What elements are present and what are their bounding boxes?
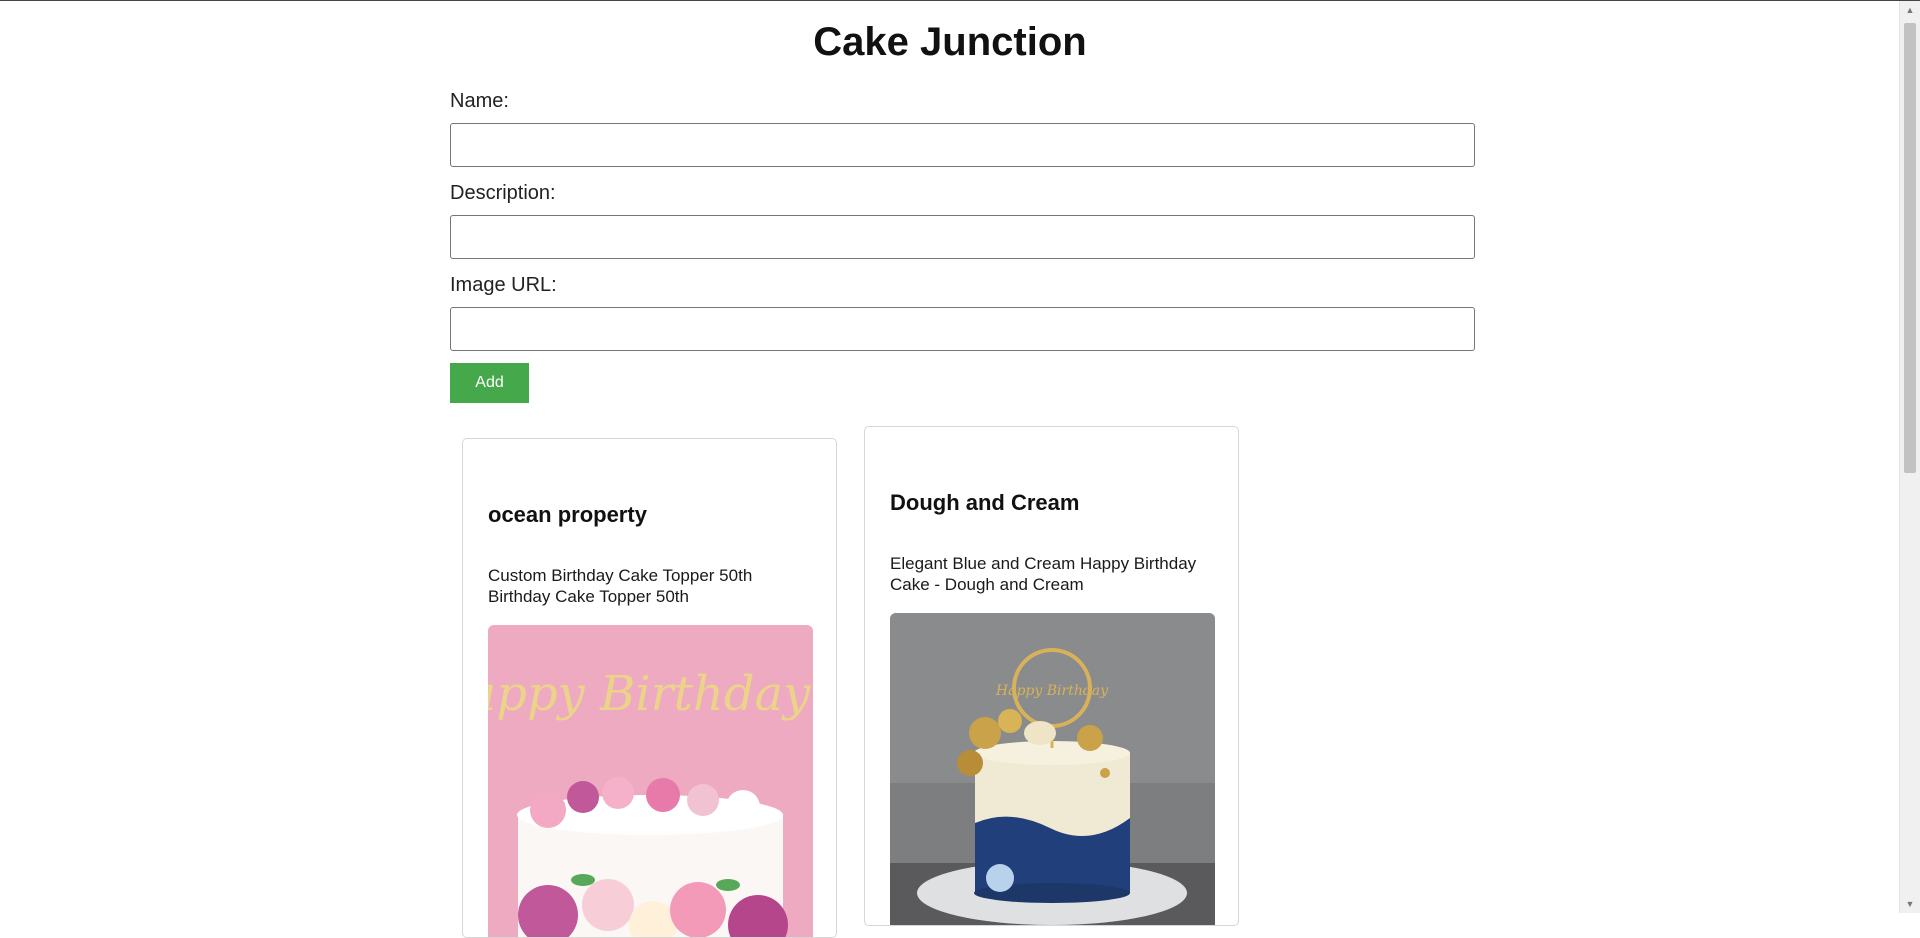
add-cake-form: Name: Description: Image URL: Add [450, 89, 1475, 403]
name-label: Name: [450, 90, 509, 112]
scroll-down-arrow-icon[interactable]: ▼ [1900, 895, 1920, 913]
description-label: Description: [450, 182, 556, 204]
cake-image-pink-happy-birthday: Happy Birthday [488, 625, 813, 937]
name-input[interactable] [450, 123, 1475, 167]
description-input[interactable] [450, 215, 1475, 259]
cake-topper-text: Happy Birthday [488, 666, 811, 722]
image-url-label: Image URL: [450, 274, 557, 296]
scrollbar-thumb[interactable] [1904, 23, 1916, 473]
scroll-up-arrow-icon[interactable]: ▲ [1900, 1, 1920, 19]
card-title: ocean property [488, 502, 647, 527]
cake-image-pink-svg: Happy Birthday [488, 625, 813, 937]
card-title: Dough and Cream [890, 490, 1080, 515]
add-button[interactable]: Add [450, 363, 529, 403]
cake-topper-text: Happy Birthday [995, 683, 1109, 699]
page-title: Cake Junction [813, 20, 1087, 64]
cake-image-blue-svg: Happy Birthday [890, 613, 1215, 925]
card-description: Elegant Blue and Cream Happy Birthday Ca… [890, 554, 1197, 594]
vertical-scrollbar[interactable]: ▲ ▼ [1899, 1, 1920, 913]
card-description: Custom Birthday Cake Topper 50th Birthda… [488, 566, 753, 606]
cake-image-blue-gold: Happy Birthday [890, 613, 1215, 925]
page: Cake Junction Name: Description: Image U… [0, 1, 1900, 938]
cake-card: ocean property Custom Birthday Cake Topp… [462, 438, 837, 938]
cake-card: Dough and Cream Elegant Blue and Cream H… [864, 426, 1239, 926]
image-url-input[interactable] [450, 307, 1475, 351]
